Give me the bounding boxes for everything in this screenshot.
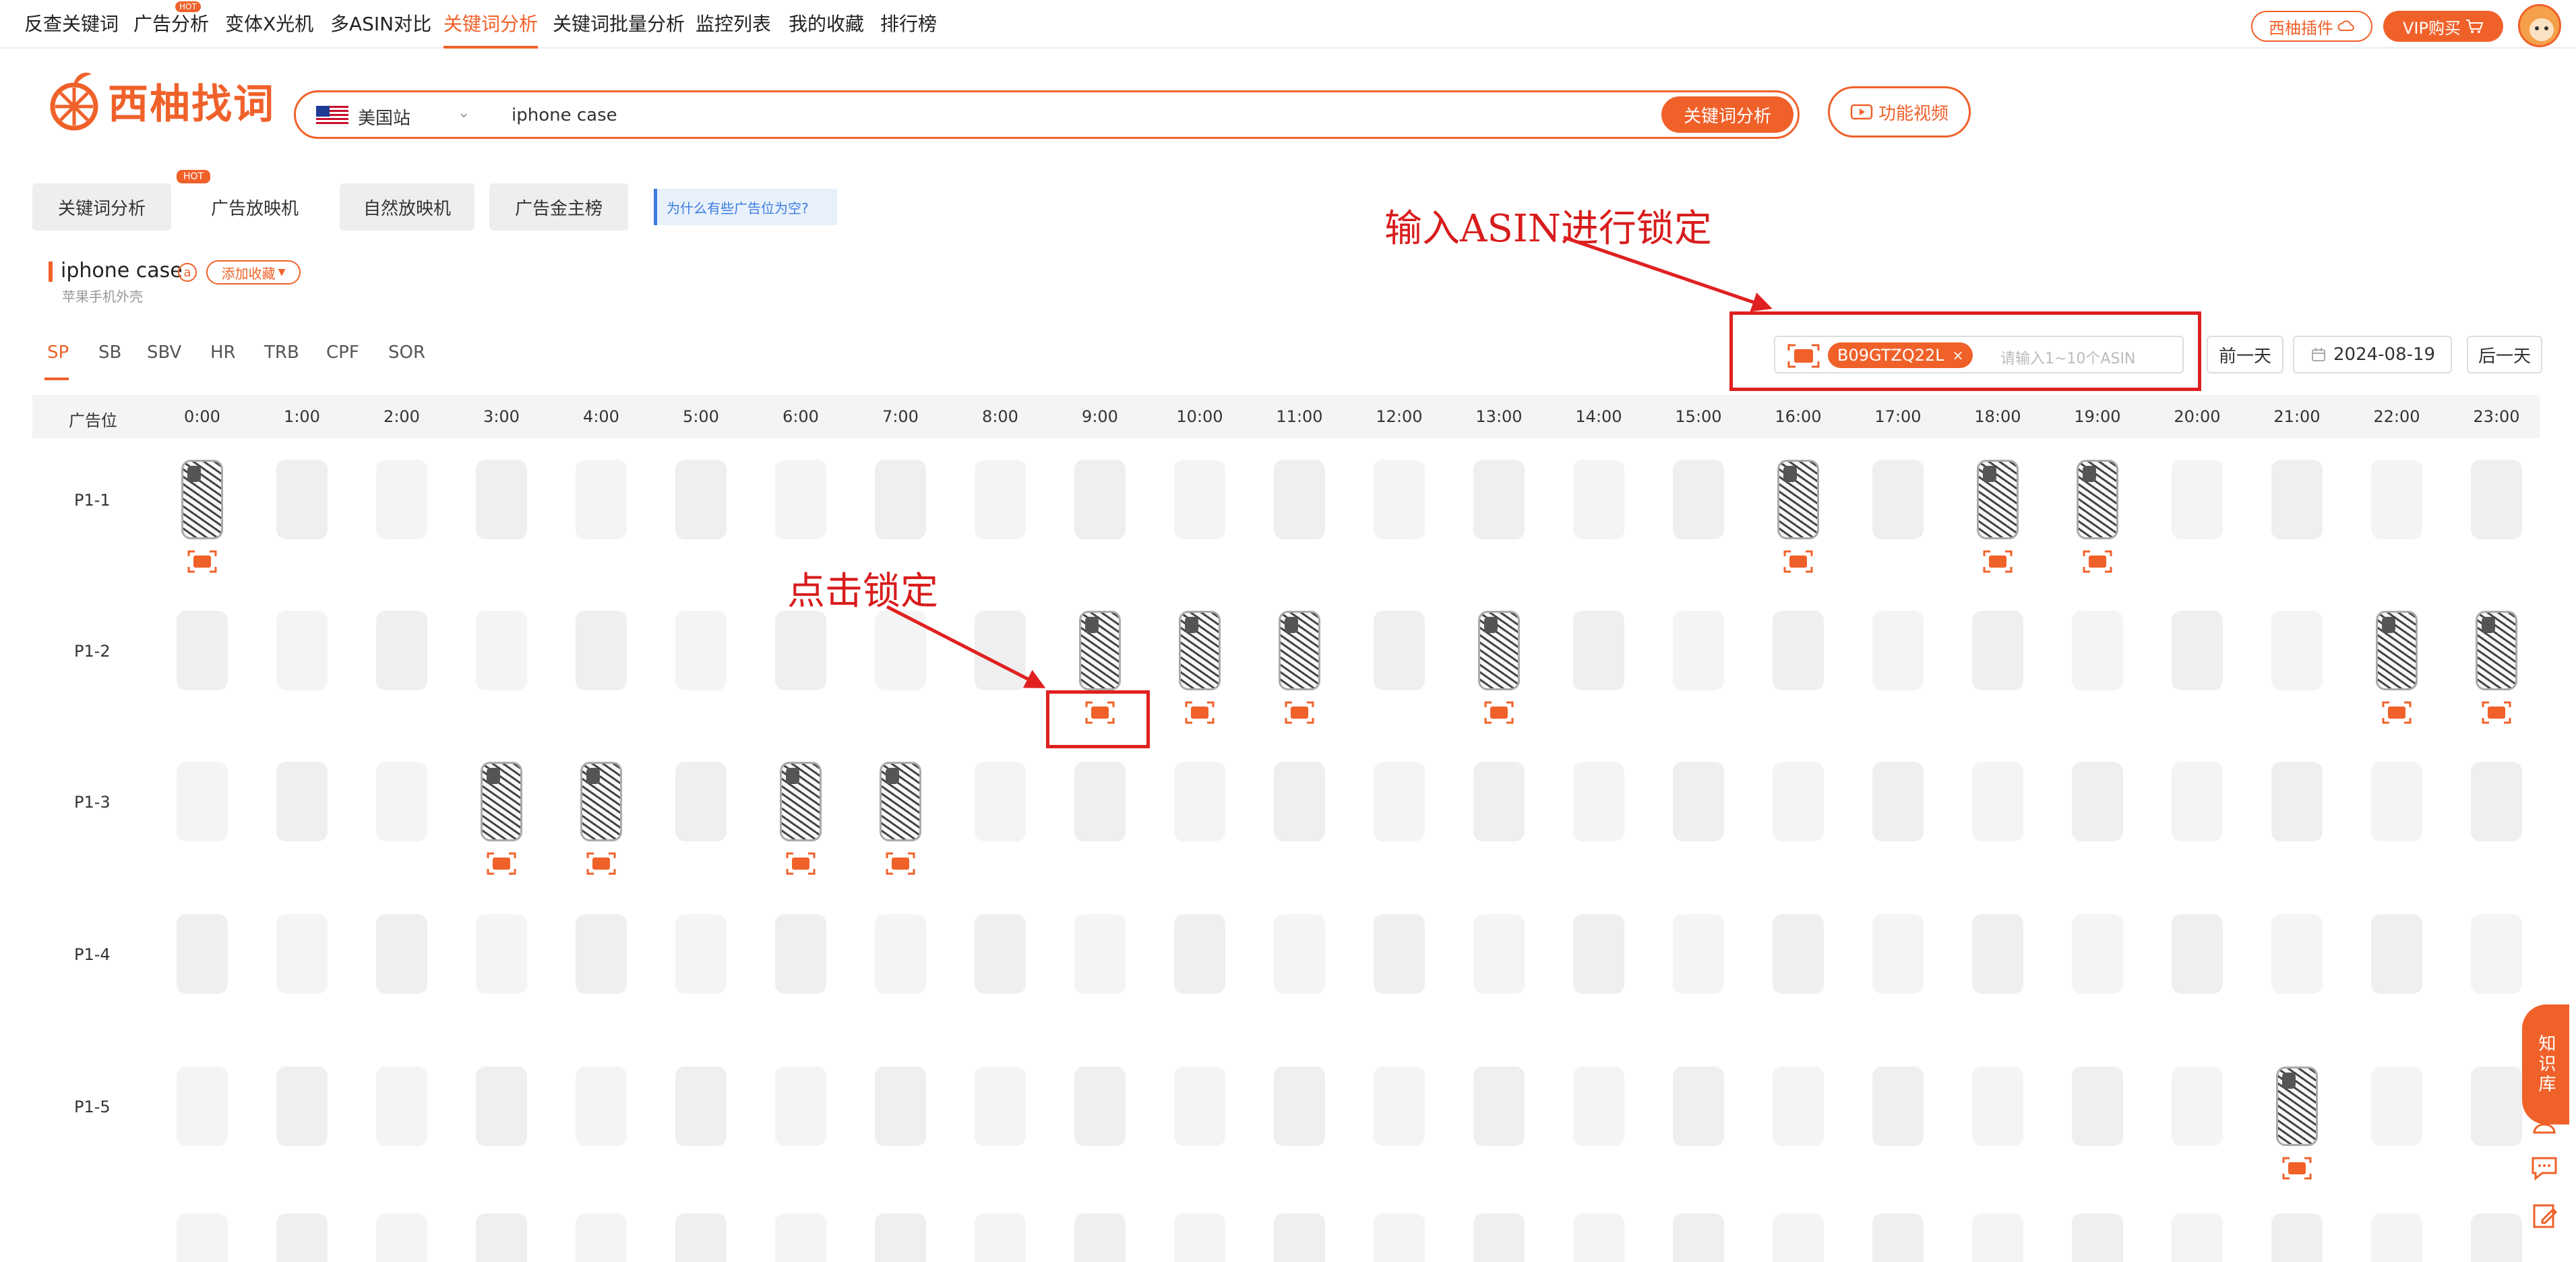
customer-service-icon[interactable] bbox=[2527, 1103, 2561, 1137]
annotation-highlight-box bbox=[1046, 690, 1150, 748]
annotation-arrows bbox=[886, 235, 1773, 688]
edit-icon[interactable] bbox=[2527, 1199, 2561, 1232]
knowledge-base-label: 知识库 bbox=[2536, 1034, 2556, 1095]
chat-icon[interactable] bbox=[2527, 1151, 2561, 1185]
